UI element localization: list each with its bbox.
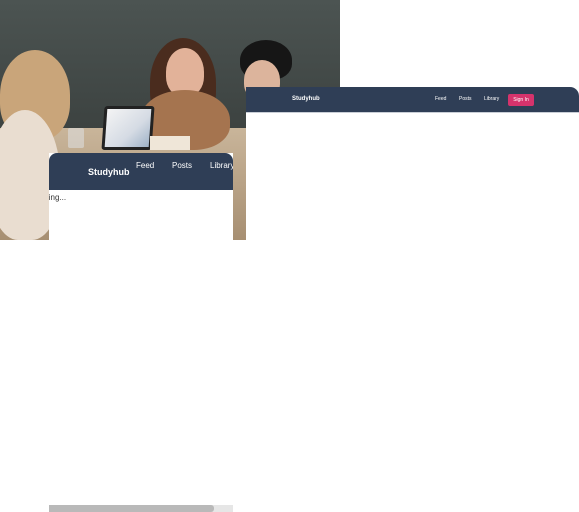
navbar-divider: [246, 112, 579, 113]
small-nav-library[interactable]: Library: [210, 161, 233, 170]
large-window: Studyhub Feed Posts Library Sign In: [246, 87, 579, 512]
large-nav-feed[interactable]: Feed: [435, 96, 446, 102]
large-nav-posts[interactable]: Posts: [459, 96, 472, 102]
horizontal-scrollbar[interactable]: [49, 505, 233, 512]
large-navbar: Studyhub Feed Posts Library Sign In: [246, 87, 579, 112]
photo-laptop: [101, 106, 155, 150]
photo-laptop-screen: [104, 109, 152, 147]
photo-person-center-face: [166, 48, 204, 96]
photo-cup: [68, 128, 84, 148]
small-nav-feed[interactable]: Feed: [136, 161, 154, 170]
small-brand-link[interactable]: Studyhub: [88, 167, 130, 177]
small-nav-posts[interactable]: Posts: [172, 161, 192, 170]
large-brand-link[interactable]: Studyhub: [292, 96, 320, 102]
large-nav-library[interactable]: Library: [484, 96, 499, 102]
scrollbar-thumb[interactable]: [49, 505, 214, 512]
photo-paper: [150, 136, 190, 150]
loading-text: ling...: [49, 193, 67, 202]
small-navbar: Studyhub Feed Posts Library: [49, 153, 233, 190]
screen: Studyhub Feed Posts Library ling... Stud…: [0, 0, 579, 512]
small-window: Studyhub Feed Posts Library ling...: [49, 153, 233, 512]
sign-in-button[interactable]: Sign In: [508, 94, 534, 106]
